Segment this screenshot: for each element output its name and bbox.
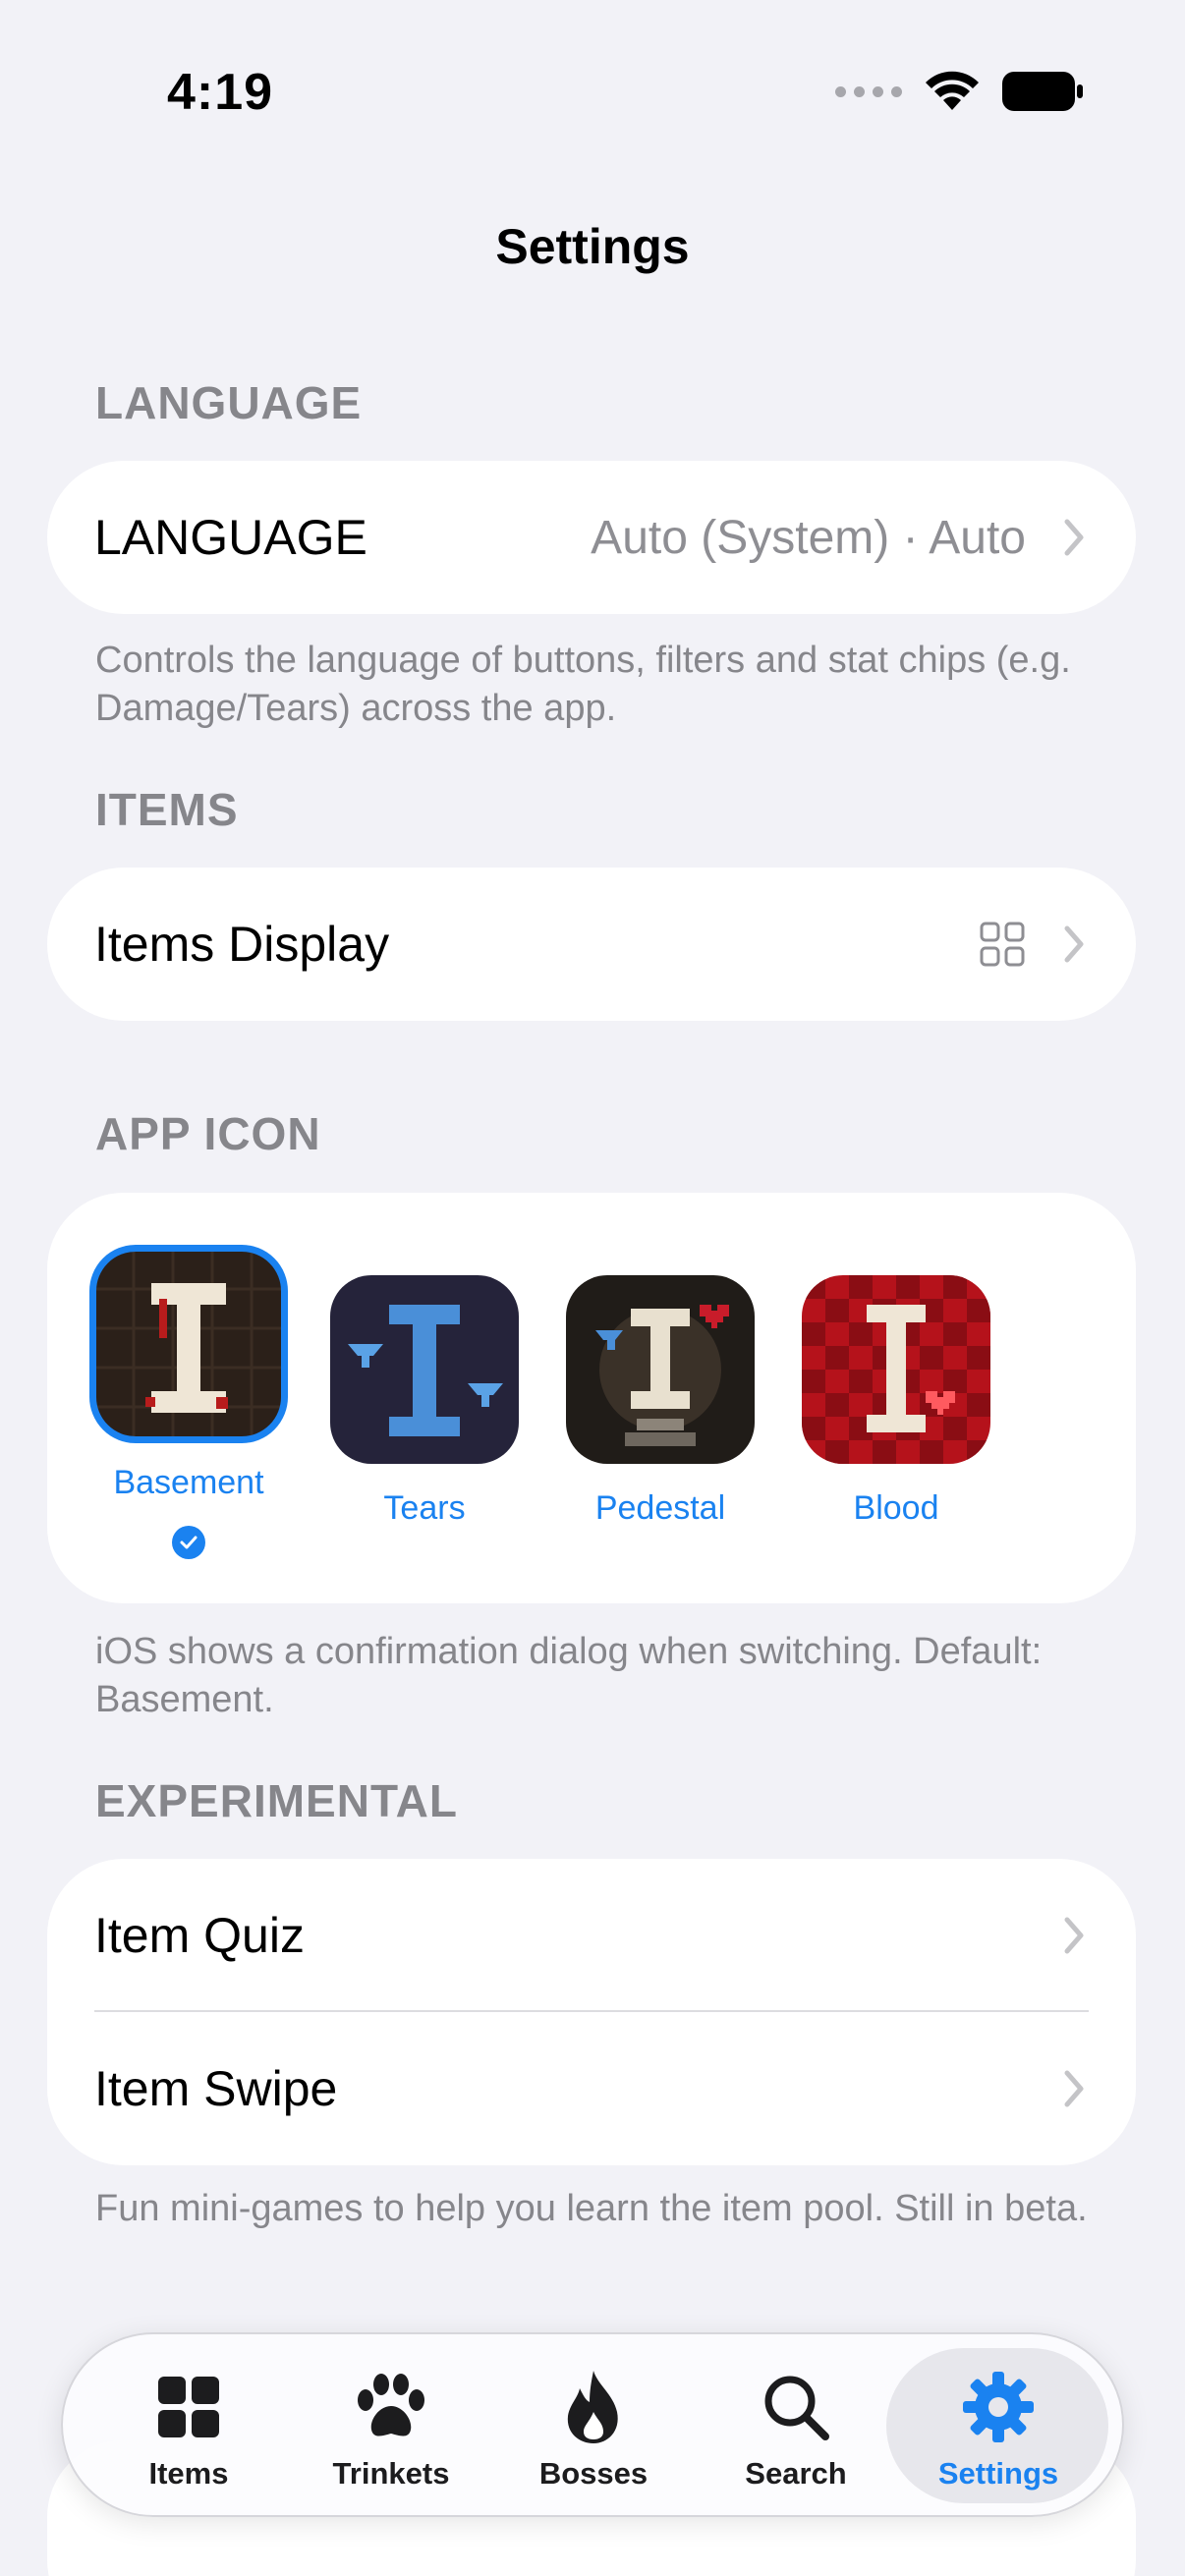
tab-items[interactable]: Items: [90, 2334, 287, 2519]
gear-icon: [963, 2372, 1034, 2442]
blood-app-icon: [802, 1275, 990, 1464]
item-quiz-label: Item Quiz: [94, 1908, 305, 1963]
flame-icon: [567, 2371, 618, 2443]
language-footer: Controls the language of buttons, filter…: [95, 640, 1071, 729]
item-quiz-row[interactable]: Item Quiz: [47, 1859, 1136, 2012]
pedestal-label: Pedestal: [594, 1489, 726, 1527]
grid-icon: [158, 2377, 219, 2437]
tab-settings[interactable]: Settings: [900, 2334, 1097, 2519]
status-indicators: [835, 71, 1083, 112]
item-swipe-label: Item Swipe: [94, 2061, 338, 2116]
chevron-right-icon: [1064, 519, 1084, 556]
cellular-signal-icon: [835, 85, 902, 97]
app-icon-option-tears[interactable]: Tears: [326, 1275, 523, 1528]
tears-app-icon: [330, 1275, 519, 1464]
chevron-right-icon: [1064, 2070, 1084, 2107]
tab-bosses-label: Bosses: [538, 2456, 649, 2491]
experimental-section-header: EXPERIMENTAL: [95, 1775, 458, 1826]
chevron-right-icon: [1064, 1917, 1084, 1954]
language-row-value: Auto (System) · Auto: [591, 511, 1026, 564]
blood-label: Blood: [853, 1489, 939, 1527]
tab-bosses[interactable]: Bosses: [495, 2334, 692, 2519]
chevron-right-icon: [1064, 925, 1084, 963]
tab-search[interactable]: Search: [698, 2334, 894, 2519]
pedestal-app-icon: [566, 1275, 755, 1464]
language-row[interactable]: LANGUAGE Auto (System) · Auto: [47, 461, 1136, 614]
item-swipe-row[interactable]: Item Swipe: [47, 2012, 1136, 2165]
items-display-row[interactable]: Items Display: [47, 868, 1136, 1021]
app-icon-card: Basement Tears Pedestal Blood: [47, 1193, 1136, 1603]
app-icon-option-blood[interactable]: Blood: [798, 1275, 994, 1528]
app-icon-footer: iOS shows a confirmation dialog when swi…: [95, 1631, 1043, 1720]
tab-settings-label: Settings: [937, 2456, 1059, 2491]
language-row-label: LANGUAGE: [94, 510, 367, 565]
tab-bar: Items Trinkets Bosses Search Settings: [61, 2332, 1124, 2517]
settings-screen: 4:19 Settings LANGUAGE LANGUAGE Auto (Sy…: [0, 0, 1185, 2576]
app-icon-section-header: APP ICON: [95, 1108, 321, 1159]
tears-label: Tears: [383, 1489, 466, 1527]
language-card: LANGUAGE Auto (System) · Auto: [47, 461, 1136, 614]
basement-app-icon: [89, 1245, 288, 1443]
language-section-header: LANGUAGE: [95, 377, 363, 428]
items-card: Items Display: [47, 868, 1136, 1021]
page-title: Settings: [495, 219, 690, 274]
tab-trinkets[interactable]: Trinkets: [293, 2334, 489, 2519]
status-time: 4:19: [167, 64, 274, 121]
battery-icon: [1002, 72, 1083, 111]
tab-search-label: Search: [745, 2456, 847, 2491]
app-icon-option-pedestal[interactable]: Pedestal: [562, 1275, 759, 1528]
items-section-header: ITEMS: [95, 784, 239, 835]
paw-icon: [358, 2374, 424, 2436]
selected-checkmark-icon: [172, 1526, 205, 1559]
experimental-card: Item Quiz Item Swipe: [47, 1859, 1136, 2165]
grid-icon: [980, 922, 1025, 967]
app-icon-option-basement[interactable]: Basement: [89, 1245, 288, 1559]
wifi-icon: [926, 71, 979, 110]
tab-items-label: Items: [148, 2456, 229, 2491]
experimental-footer: Fun mini-games to help you learn the ite…: [95, 2188, 1088, 2229]
basement-label: Basement: [113, 1464, 264, 1501]
tab-trinkets-label: Trinkets: [332, 2456, 450, 2491]
search-icon: [764, 2376, 829, 2440]
items-display-label: Items Display: [94, 917, 390, 972]
